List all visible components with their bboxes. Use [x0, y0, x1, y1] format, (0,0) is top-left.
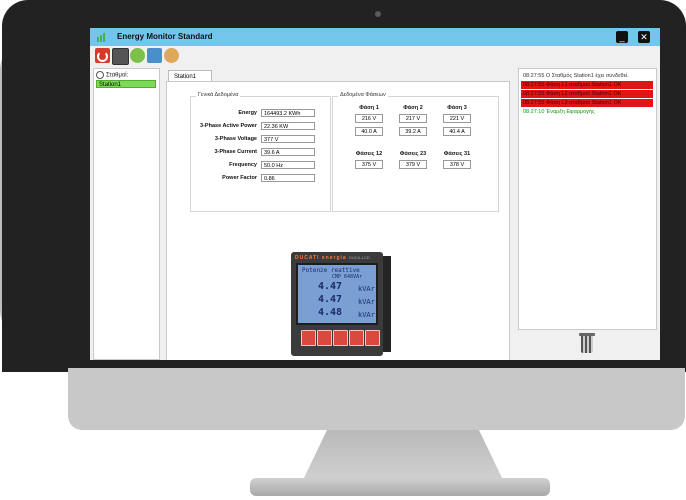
trash-icon[interactable] [579, 333, 595, 353]
gear-icon[interactable] [130, 48, 145, 63]
close-button[interactable]: ✕ [638, 31, 650, 43]
camera-icon [375, 11, 381, 17]
log-entry: 08:27:55 Φάση L1 σταθμού Station1 OK [521, 81, 653, 89]
device-model: DUCA-LCD [349, 255, 370, 260]
general-label: 3-Phase Voltage [214, 136, 257, 142]
general-label: Frequency [229, 162, 257, 168]
lcd-subheader: CMP 648VAr [332, 274, 363, 280]
general-value-field: 0.86 [261, 174, 315, 182]
tree-root-label: Σταθμοί: [106, 72, 129, 79]
lcd-unit: kVAr [358, 311, 375, 319]
lcd-reading: 4.47 [318, 294, 343, 305]
device-image: DUCATI energia DUCA-LCD Potenze reattive… [281, 248, 396, 358]
lcd-reading: 4.48 [318, 307, 343, 318]
app-icon [97, 33, 105, 42]
general-value-field: 22.36 KW [261, 122, 315, 130]
phase-data-title: Δεδομένα Φάσεων [338, 92, 388, 98]
monitor-chin [68, 368, 685, 430]
lcd-unit: kVAr [358, 298, 375, 306]
user-icon[interactable] [164, 48, 179, 63]
device-key [349, 330, 364, 346]
tree-item-station1[interactable]: Station1 [96, 80, 156, 88]
phase-current-field: 40.4 A [443, 127, 471, 136]
lcd-header: Potenze reattive [302, 267, 360, 274]
general-value-field: 164493.2 KWh [261, 109, 315, 117]
device-lcd: Potenze reattive CMP 648VAr 4.47 kVAr 4.… [296, 263, 378, 325]
phase-voltage-field: 216 V [355, 114, 383, 123]
event-log: 08:27:55 Ο Σταθμός Station1 έχει συνδεθε… [518, 68, 657, 330]
device-key [317, 330, 332, 346]
line-voltage-field: 379 V [399, 160, 427, 169]
monitor-stand [303, 430, 503, 480]
lcd-unit: kVAr [358, 285, 375, 293]
general-label: Energy [238, 110, 257, 116]
tree-root[interactable]: Σταθμοί: [96, 71, 128, 79]
log-entry: 08:27:55 Φάση L3 σταθμού Station1 OK [521, 99, 653, 107]
app-window: Energy Monitor Standard _ ✕ Σταθμοί: Sta… [90, 28, 660, 360]
general-label: Power Factor [222, 175, 257, 181]
station-tree: Σταθμοί: Station1 [93, 68, 160, 360]
device-brand: DUCATI energia [295, 255, 347, 261]
log-entry: 08:27:55 Ο Σταθμός Station1 έχει συνδεθε… [523, 73, 629, 79]
phase-current-field: 40.0 A [355, 127, 383, 136]
phase-voltage-field: 221 V [443, 114, 471, 123]
database-icon[interactable] [147, 48, 162, 63]
line-voltage-label: Φάσεις 23 [399, 151, 427, 157]
power-icon[interactable] [95, 48, 110, 63]
phase-data-group: Δεδομένα Φάσεων Φάση 1 216 V 40.0 A Φάση 2 2… [332, 92, 499, 212]
device-key [301, 330, 316, 346]
log-entry: 08:27:55 Φάση L2 σταθμού Station1 OK [521, 90, 653, 98]
general-data-title: Γενικά Δεδομένα [196, 92, 241, 98]
toolbar [90, 46, 660, 66]
collapse-icon[interactable] [96, 71, 104, 79]
window-title: Energy Monitor Standard [117, 32, 213, 41]
phase-label: Φάση 1 [359, 105, 379, 111]
log-entry: 08:27:10 Έναρξη Εφαρμογής [523, 109, 595, 115]
lcd-reading: 4.47 [318, 281, 343, 292]
meter-icon[interactable] [112, 48, 129, 65]
device-key [365, 330, 380, 346]
station-panel: Γενικά Δεδομένα Energy 164493.2 KWh 3-Phas… [166, 81, 510, 360]
line-voltage-field: 378 V [443, 160, 471, 169]
line-voltage-label: Φάσεις 12 [355, 151, 383, 157]
line-voltage-label: Φάσεις 31 [443, 151, 471, 157]
device-key [333, 330, 348, 346]
title-bar: Energy Monitor Standard _ ✕ [90, 28, 660, 46]
phase-voltage-field: 217 V [399, 114, 427, 123]
phase-current-field: 39.2 A [399, 127, 427, 136]
line-voltage-field: 375 V [355, 160, 383, 169]
phase-label: Φάση 2 [403, 105, 423, 111]
phase-label: Φάση 3 [447, 105, 467, 111]
general-value-field: 50.0 Hz [261, 161, 315, 169]
general-value-field: 39.6 A [261, 148, 315, 156]
tab-strip: Station1 [166, 68, 510, 82]
minimize-button[interactable]: _ [616, 31, 628, 43]
general-label: 3-Phase Current [214, 149, 258, 155]
trash-body [581, 336, 593, 353]
general-data-group: Γενικά Δεδομένα Energy 164493.2 KWh 3-Phas… [190, 92, 331, 212]
general-value-field: 377 V [261, 135, 315, 143]
monitor-stand-base [250, 478, 550, 496]
general-label: 3-Phase Active Power [200, 123, 257, 129]
